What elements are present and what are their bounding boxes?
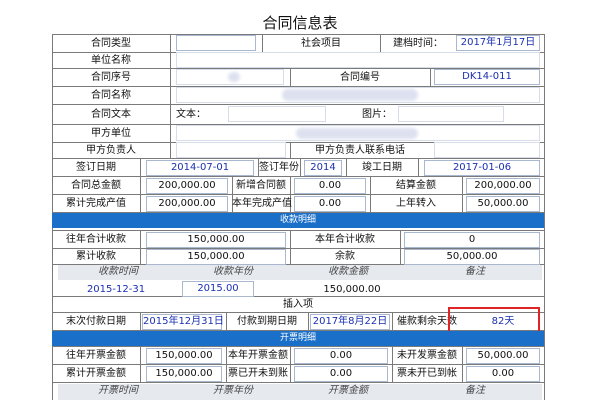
year-output-label: 本年完成产值 (232, 198, 292, 209)
filing-time-label: 建档时间： (393, 38, 443, 49)
invoice-note-header: 备注 (465, 385, 485, 396)
contract-serial-label: 合同序号 (91, 72, 131, 83)
invoice-amount-header: 开票金额 (328, 385, 368, 396)
invoice-section-header: 开票明细 (52, 331, 544, 346)
added-amount-label: 新增合同额 (236, 180, 286, 191)
cumulative-output-label: 累计完成产值 (66, 198, 126, 209)
sign-date-label: 签订日期 (76, 162, 116, 173)
payment-due-field[interactable]: 2017年8月22日 (310, 314, 390, 330)
contract-type-field[interactable] (176, 35, 256, 51)
contract-number-label: 合同编号 (340, 72, 380, 83)
paid-uninvoiced-field[interactable]: 0.00 (466, 366, 540, 382)
past-receipts-label: 往年合计收款 (66, 234, 126, 245)
sign-year-field[interactable]: 2014 (304, 160, 342, 176)
col-divider (430, 68, 431, 86)
cumulative-receipts-label: 累计收款 (76, 251, 116, 262)
row-divider (52, 104, 544, 105)
receipt-year-header: 收款年份 (213, 266, 253, 277)
past-invoice-field[interactable]: 150,000.00 (146, 348, 222, 364)
image-upload-field[interactable] (398, 106, 504, 122)
year-output-field[interactable]: 0.00 (294, 196, 366, 212)
total-amount-field[interactable]: 200,000.00 (146, 178, 228, 194)
completion-date-label: 竣工日期 (362, 162, 402, 173)
party-a-label: 甲方单位 (91, 128, 131, 139)
party-a-contact-label: 甲方负责人联系电话 (315, 145, 405, 156)
unbilled-label: 未开发票金额 (397, 350, 457, 361)
this-year-invoice-label: 本年开票金额 (228, 350, 288, 361)
col-divider (308, 312, 309, 330)
last-payment-label: 末次付款日期 (66, 316, 126, 327)
cumulative-output-field[interactable]: 200,000.00 (146, 196, 228, 212)
last-payment-field[interactable]: 2015年12月31日 (142, 314, 224, 330)
prev-year-label: 上年转入 (396, 198, 436, 209)
this-year-invoice-field[interactable]: 0.00 (294, 348, 388, 364)
balance-label: 余款 (335, 251, 355, 262)
completion-date-field[interactable]: 2017-01-06 (424, 160, 540, 176)
prev-year-field[interactable]: 50,000.00 (466, 196, 540, 212)
col-divider (170, 34, 171, 158)
unbilled-field[interactable]: 50,000.00 (466, 348, 540, 364)
text-upload-field[interactable] (228, 106, 326, 122)
party-a-person-field[interactable] (176, 142, 286, 158)
this-year-receipts-field[interactable]: 0 (404, 232, 540, 248)
paid-uninvoiced-label: 票未开已到帐 (397, 368, 457, 379)
contract-type-label: 合同类型 (91, 38, 131, 49)
contract-text-label: 合同文本 (91, 109, 131, 120)
col-divider (400, 230, 401, 264)
this-year-receipts-label: 本年合计收款 (315, 234, 375, 245)
col-divider (418, 158, 419, 176)
redacted-blur (296, 128, 418, 139)
unit-name-field[interactable] (176, 52, 540, 68)
added-amount-field[interactable]: 0.00 (294, 178, 366, 194)
col-divider (140, 158, 141, 212)
sign-date-field[interactable]: 2014-07-01 (146, 160, 254, 176)
settlement-label: 结算金额 (396, 180, 436, 191)
redacted-blur (228, 72, 240, 82)
project-category: 社会项目 (301, 38, 341, 49)
invoiced-unpaid-label: 票已开未到账 (228, 368, 288, 379)
image-field-label: 图片： (362, 109, 392, 120)
invoice-time-header: 开票时间 (98, 385, 138, 396)
contract-number-field[interactable]: DK14-011 (434, 69, 540, 85)
page-title: 合同信息表 (262, 14, 338, 32)
table-right-border (544, 34, 545, 400)
redacted-blur (282, 89, 418, 101)
past-invoice-label: 往年开票金额 (66, 350, 126, 361)
receipt-amount-header: 收款金额 (328, 266, 368, 277)
col-divider (462, 176, 463, 212)
contract-name-label: 合同名称 (91, 90, 131, 101)
past-receipts-field[interactable]: 150,000.00 (146, 232, 286, 248)
receipt-year-cell[interactable]: 2015.00 (182, 281, 254, 297)
cumulative-invoice-label: 累计开票金额 (66, 368, 126, 379)
cumulative-invoice-field[interactable]: 150,000.00 (146, 366, 222, 382)
party-a-person-label: 甲方负责人 (86, 145, 136, 156)
text-field-label: 文本： (176, 109, 206, 120)
party-a-contact-field[interactable] (434, 142, 540, 158)
filing-time-field[interactable]: 2017年1月17日 (456, 35, 540, 51)
receipts-section-header: 收款明细 (52, 213, 544, 228)
receipt-note-header: 备注 (465, 266, 485, 277)
invoice-year-header: 开票年份 (213, 385, 253, 396)
total-amount-label: 合同总金额 (71, 180, 121, 191)
unit-name-label: 单位名称 (91, 55, 131, 66)
col-divider (462, 346, 463, 382)
col-divider (380, 34, 381, 52)
invoiced-unpaid-field[interactable]: 0.00 (294, 366, 388, 382)
sign-year-label: 签订年份 (259, 162, 299, 173)
cumulative-receipts-field[interactable]: 150,000.00 (146, 249, 286, 265)
receipt-time-header: 收款时间 (98, 266, 138, 277)
col-divider (140, 312, 141, 330)
col-divider (140, 230, 141, 264)
payment-due-label: 付款到期日期 (237, 316, 297, 327)
settlement-field[interactable]: 200,000.00 (466, 178, 540, 194)
col-divider (140, 346, 141, 382)
balance-field[interactable]: 50,000.00 (404, 249, 540, 265)
col-divider (300, 158, 301, 176)
col-divider (290, 346, 291, 382)
